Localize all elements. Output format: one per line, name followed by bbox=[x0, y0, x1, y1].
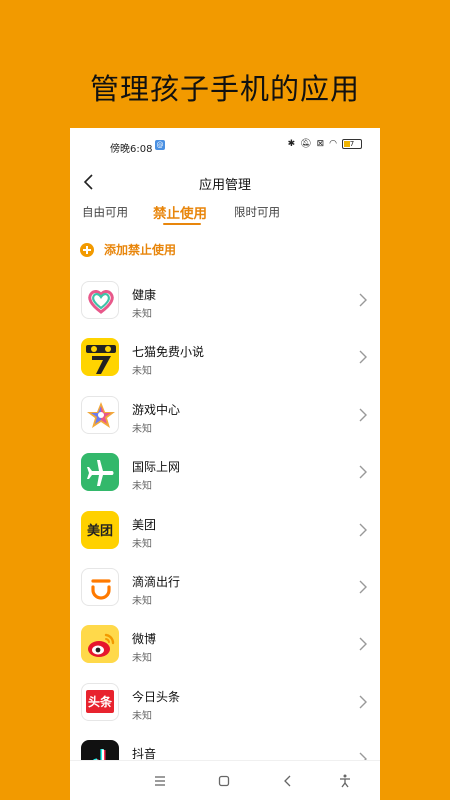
list-item-weibo[interactable]: 微博 未知 bbox=[70, 616, 380, 673]
app-status: 未知 bbox=[132, 309, 152, 320]
chevron-right-icon bbox=[359, 408, 367, 422]
toutiao-logo: 头条 bbox=[81, 682, 119, 721]
app-list: 健康 未知 七猫免费小说 未知 游戏中心 未知 国际上网 未知 美团 美团 未知… bbox=[70, 272, 380, 789]
back-icon[interactable] bbox=[280, 773, 296, 789]
app-status: 未知 bbox=[132, 595, 152, 607]
list-item-health[interactable]: 健康 未知 bbox=[70, 272, 380, 329]
app-status: 未知 bbox=[132, 710, 152, 722]
list-item-meituan[interactable]: 美团 美团 未知 bbox=[70, 502, 380, 559]
chevron-right-icon bbox=[359, 523, 367, 537]
weibo-eye-icon bbox=[81, 625, 119, 664]
promo-headline: 管理孩子手机的应用 bbox=[89, 72, 360, 106]
meituan-logo-text: 美团 bbox=[86, 524, 113, 540]
health-heart-icon bbox=[81, 281, 119, 319]
app-status: 未知 bbox=[132, 481, 152, 493]
didi-icon bbox=[81, 567, 119, 606]
status-time: 傍晚6:08 bbox=[110, 144, 153, 155]
app-name: 滴滴出行 bbox=[132, 574, 181, 589]
plus-circle-icon bbox=[80, 242, 94, 257]
app-status: 未知 bbox=[132, 653, 152, 665]
mute-icon: 🔕︎ bbox=[300, 139, 312, 149]
chevron-right-icon bbox=[359, 465, 367, 479]
chevron-right-icon bbox=[359, 637, 367, 651]
tab-bar: 自由可用 禁止使用 限时可用 bbox=[70, 200, 380, 232]
list-item-qimao[interactable]: 七猫免费小说 未知 bbox=[70, 329, 380, 386]
phone-screen: 傍晚6:08 @ ✱ 🔕︎ ⊠ ◠ 7 应用管理 自由可用 禁止使用 限时可用 … bbox=[70, 128, 380, 800]
app-name: 美团 bbox=[132, 517, 157, 532]
notification-badge-icon: @ bbox=[155, 140, 165, 150]
app-name: 七猫免费小说 bbox=[132, 345, 205, 360]
chevron-right-icon bbox=[359, 350, 367, 364]
accessibility-icon[interactable] bbox=[337, 773, 353, 789]
nav-bar: 应用管理 bbox=[70, 164, 380, 204]
qimao-cat-icon bbox=[81, 338, 119, 377]
app-name: 今日头条 bbox=[132, 689, 181, 704]
add-forbidden-label: 添加禁止使用 bbox=[104, 243, 177, 257]
status-bar: 傍晚6:08 @ ✱ 🔕︎ ⊠ ◠ 7 bbox=[70, 128, 380, 164]
app-name: 健康 bbox=[132, 288, 157, 302]
page-title: 应用管理 bbox=[198, 178, 251, 193]
add-forbidden-button[interactable]: 添加禁止使用 bbox=[80, 241, 176, 258]
system-nav-bar bbox=[70, 760, 380, 800]
wifi-icon: ◠ bbox=[329, 139, 337, 149]
menu-icon[interactable] bbox=[152, 773, 168, 789]
app-status: 未知 bbox=[132, 423, 152, 435]
app-name: 游戏中心 bbox=[132, 402, 181, 417]
list-item-didi[interactable]: 滴滴出行 未知 bbox=[70, 559, 380, 616]
list-item-toutiao[interactable]: 头条 今日头条 未知 bbox=[70, 674, 380, 731]
status-icons: ✱ 🔕︎ ⊠ ◠ 7 bbox=[288, 139, 362, 149]
meituan-logo: 美团 bbox=[81, 510, 119, 549]
sim-icon: ⊠ bbox=[316, 139, 325, 149]
app-name: 国际上网 bbox=[132, 460, 181, 475]
bluetooth-icon: ✱ bbox=[287, 139, 296, 149]
game-star-icon bbox=[81, 395, 119, 434]
tab-forbidden[interactable]: 禁止使用 bbox=[153, 202, 207, 222]
tab-free-use[interactable]: 自由可用 bbox=[82, 204, 128, 220]
app-name: 微博 bbox=[132, 632, 157, 647]
list-item-intl-internet[interactable]: 国际上网 未知 bbox=[70, 444, 380, 501]
chevron-right-icon bbox=[359, 293, 367, 307]
chevron-right-icon bbox=[359, 695, 367, 709]
app-status: 未知 bbox=[132, 538, 152, 550]
app-status: 未知 bbox=[132, 366, 152, 378]
toutiao-logo-text: 头条 bbox=[85, 690, 114, 714]
tab-time-limited[interactable]: 限时可用 bbox=[234, 204, 280, 220]
home-icon[interactable] bbox=[216, 773, 232, 789]
airplane-icon bbox=[81, 453, 119, 492]
active-tab-indicator bbox=[163, 223, 201, 225]
battery-icon: 7 bbox=[342, 139, 362, 149]
chevron-right-icon bbox=[359, 580, 367, 594]
list-item-game-center[interactable]: 游戏中心 未知 bbox=[70, 387, 380, 444]
